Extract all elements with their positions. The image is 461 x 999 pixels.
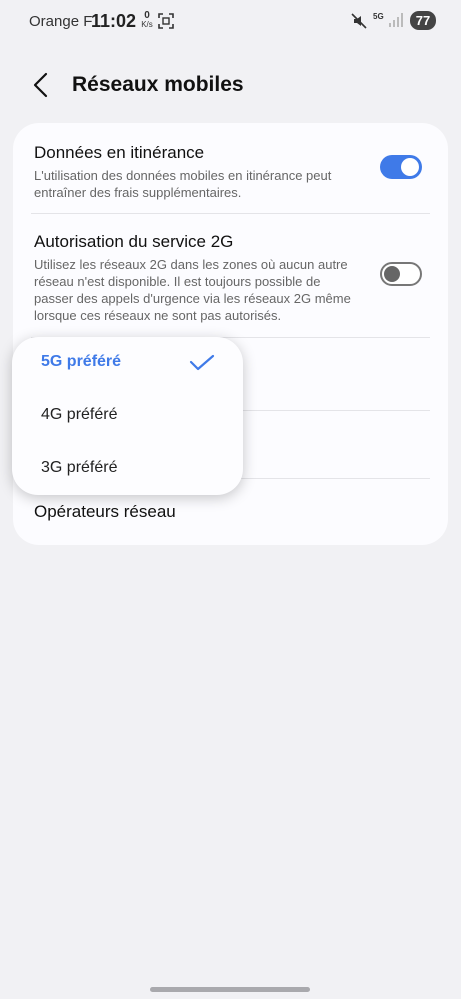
network-operators-title: Opérateurs réseau <box>34 502 176 521</box>
menu-item-4g[interactable]: 4G préféré <box>12 390 243 442</box>
mute-icon <box>351 13 367 29</box>
service-2g-description: Utilisez les réseaux 2G dans les zones o… <box>34 257 351 323</box>
signal-icon <box>389 13 403 27</box>
data-speed-value: 0 <box>144 10 150 21</box>
menu-item-5g[interactable]: 5G préféré <box>12 337 243 389</box>
roaming-title: Données en itinérance <box>34 143 205 162</box>
menu-item-3g[interactable]: 3G préféré <box>12 443 243 495</box>
header: Réseaux mobiles <box>0 60 461 110</box>
divider <box>31 213 430 214</box>
network-type: 5G <box>373 12 384 21</box>
check-icon <box>189 354 215 371</box>
home-indicator[interactable] <box>150 987 310 992</box>
service-2g-setting[interactable]: Autorisation du service 2G Utilisez les … <box>34 232 358 324</box>
back-button[interactable] <box>26 70 56 100</box>
toggle-knob <box>401 158 419 176</box>
service-2g-toggle[interactable] <box>380 262 422 286</box>
menu-item-label: 4G préféré <box>41 406 118 423</box>
menu-item-label: 3G préféré <box>41 459 118 476</box>
network-mode-menu: 5G préféré 4G préféré 3G préféré <box>12 337 243 495</box>
data-speed-unit: K/s <box>141 20 153 29</box>
page-title: Réseaux mobiles <box>72 73 244 96</box>
toggle-knob <box>384 266 400 282</box>
roaming-setting[interactable]: Données en itinérance L'utilisation des … <box>34 143 358 201</box>
network-operators-item[interactable]: Opérateurs réseau <box>34 502 430 522</box>
status-bar: Orange F 11:02 0 K/s 5G 77 <box>0 0 461 42</box>
menu-item-label: 5G préféré <box>41 353 122 370</box>
roaming-toggle[interactable] <box>380 155 422 179</box>
clock: 11:02 <box>91 11 137 31</box>
battery-indicator: 77 <box>410 11 436 30</box>
chevron-left-icon <box>33 72 48 98</box>
data-speed-indicator: 0 K/s <box>140 10 154 30</box>
service-2g-title: Autorisation du service 2G <box>34 232 234 251</box>
screenshot-icon <box>158 13 174 29</box>
carrier-name: Orange F <box>29 13 93 30</box>
roaming-description: L'utilisation des données mobiles en iti… <box>34 168 332 200</box>
